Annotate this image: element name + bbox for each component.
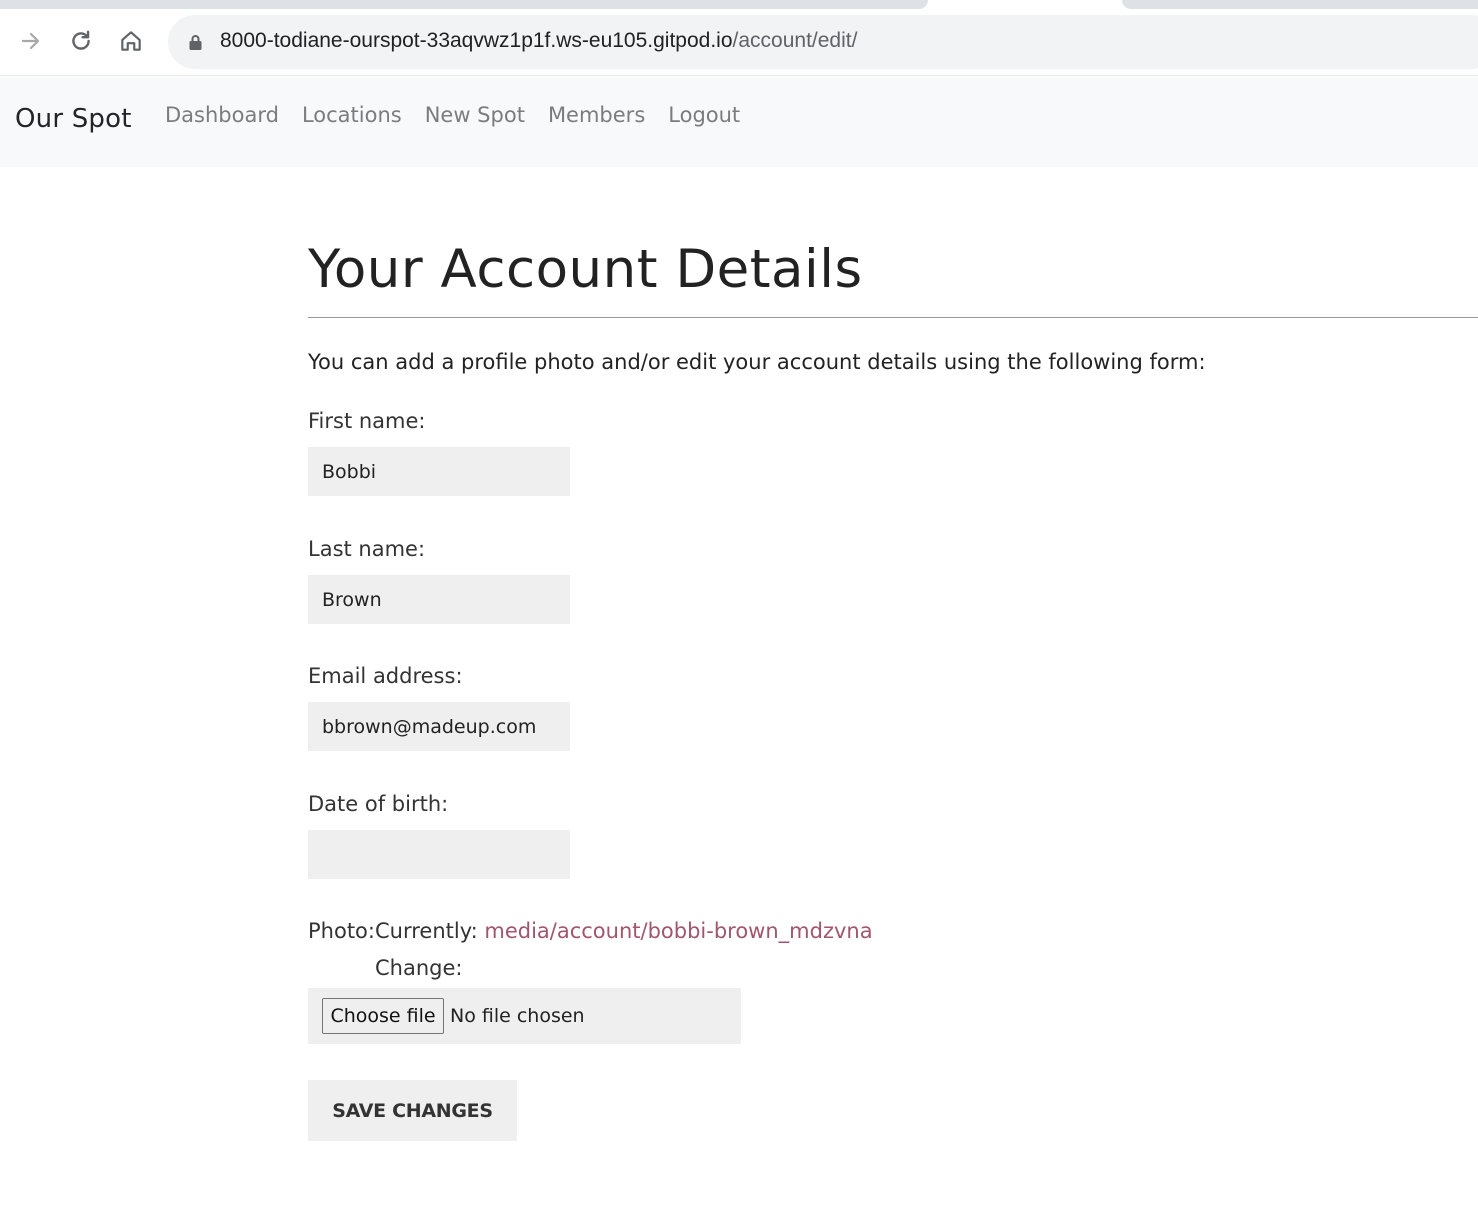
- first-name-label: First name:: [308, 409, 426, 433]
- title-divider: [308, 317, 1478, 318]
- photo-row: Photo:Currently: media/account/bobbi-bro…: [308, 919, 873, 943]
- nav-link-locations[interactable]: Locations: [302, 103, 402, 127]
- nav-link-dashboard[interactable]: Dashboard: [165, 103, 279, 127]
- nav-link-new-spot[interactable]: New Spot: [425, 103, 525, 127]
- browser-tab-strip: [0, 0, 1478, 10]
- choose-file-button[interactable]: Choose file: [322, 998, 444, 1034]
- email-label: Email address:: [308, 664, 463, 688]
- lock-icon[interactable]: [188, 34, 203, 50]
- url-text[interactable]: 8000-todiane-ourspot-33aqvwz1p1f.ws-eu10…: [220, 29, 857, 53]
- nav-link-logout[interactable]: Logout: [668, 103, 740, 127]
- reload-button[interactable]: [64, 24, 98, 58]
- home-icon: [121, 31, 141, 51]
- nav-links: Dashboard Locations New Spot Members Log…: [165, 103, 740, 127]
- dob-input[interactable]: [308, 830, 570, 879]
- url-path: /account/edit/: [732, 29, 858, 52]
- first-name-input[interactable]: [308, 447, 570, 496]
- brand-link[interactable]: Our Spot: [15, 104, 132, 134]
- home-button[interactable]: [114, 24, 148, 58]
- currently-label: Currently:: [374, 919, 478, 943]
- arrow-right-icon: [21, 32, 40, 50]
- last-name-label: Last name:: [308, 537, 426, 561]
- dob-label: Date of birth:: [308, 792, 449, 816]
- email-input[interactable]: [308, 702, 570, 751]
- nav-link-members[interactable]: Members: [548, 103, 645, 127]
- page-title: Your Account Details: [308, 239, 863, 300]
- save-changes-button[interactable]: SAVE CHANGES: [308, 1080, 517, 1141]
- photo-label: Photo:: [308, 919, 375, 943]
- last-name-input[interactable]: [308, 575, 570, 624]
- current-photo-link[interactable]: media/account/bobbi-brown_mdzvna: [484, 919, 872, 943]
- reload-icon: [72, 30, 90, 50]
- photo-file-input[interactable]: Choose file No file chosen: [308, 988, 741, 1044]
- intro-text: You can add a profile photo and/or edit …: [308, 350, 1206, 374]
- url-host: 8000-todiane-ourspot-33aqvwz1p1f.ws-eu10…: [220, 29, 733, 52]
- browser-tab[interactable]: [1122, 0, 1478, 9]
- browser-toolbar: 8000-todiane-ourspot-33aqvwz1p1f.ws-eu10…: [0, 10, 1478, 76]
- site-navbar: Our Spot Dashboard Locations New Spot Me…: [0, 77, 1478, 167]
- change-label: Change:: [375, 956, 463, 980]
- browser-tab[interactable]: [0, 0, 928, 9]
- address-bar[interactable]: 8000-todiane-ourspot-33aqvwz1p1f.ws-eu10…: [168, 15, 1478, 69]
- file-status-text: No file chosen: [450, 1005, 585, 1027]
- forward-button[interactable]: [14, 24, 48, 58]
